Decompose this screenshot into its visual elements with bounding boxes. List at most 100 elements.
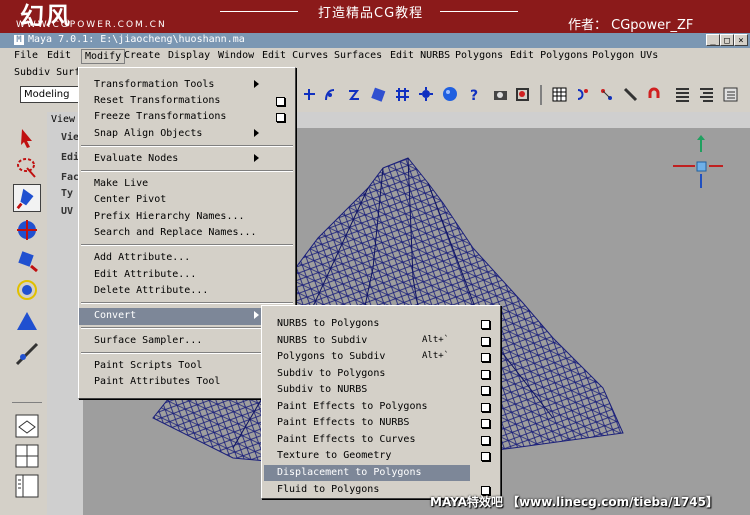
option-box-icon[interactable] (481, 353, 490, 362)
menu-item-add-attribute[interactable]: Add Attribute... (79, 250, 295, 266)
menu-display[interactable]: Display (168, 50, 210, 61)
attribute-editor-icon[interactable] (674, 86, 691, 103)
single-view-layout-icon[interactable] (13, 412, 41, 440)
menu-item-nurbs-to-subdiv[interactable]: NURBS to Subdiv Alt+` (262, 333, 500, 349)
view-axis-icon[interactable] (667, 134, 727, 199)
side-label-uv[interactable]: UV (61, 206, 73, 217)
submenu-arrow-icon (254, 80, 259, 88)
render-sphere-icon[interactable] (442, 86, 459, 103)
menu-item-edit-attribute[interactable]: Edit Attribute... (79, 267, 295, 283)
menu-create[interactable]: Create (124, 50, 160, 61)
menu-polygons[interactable]: Polygons (455, 50, 503, 61)
select-tool-icon[interactable] (13, 124, 41, 152)
option-box-icon[interactable] (481, 370, 490, 379)
connection-icon[interactable] (598, 86, 615, 103)
menu-item-prefix-hierarchy-names[interactable]: Prefix Hierarchy Names... (79, 209, 295, 225)
paint-brush-icon[interactable] (622, 86, 639, 103)
option-box-icon[interactable] (481, 386, 490, 395)
submenu-arrow-icon (254, 154, 259, 162)
option-box-icon[interactable] (481, 403, 490, 412)
menu-separator (81, 170, 293, 172)
menu-item-paint-effects-to-polygons[interactable]: Paint Effects to Polygons (262, 399, 500, 415)
hypergraph-icon[interactable] (574, 86, 591, 103)
menu-edit-nurbs[interactable]: Edit NURBS (390, 50, 450, 61)
banner-divider-left (220, 11, 298, 12)
manipulator-tool-icon[interactable] (13, 308, 41, 336)
snap-grid-icon[interactable] (394, 86, 411, 103)
window-title: Maya 7.0.1: E:\jiaocheng\huoshann.ma (28, 34, 245, 45)
menu-item-make-live[interactable]: Make Live (79, 176, 295, 192)
option-box-icon[interactable] (481, 419, 490, 428)
snap-point-icon[interactable] (346, 86, 363, 103)
shortcut-label: Alt+` (422, 335, 450, 345)
menu-surfaces[interactable]: Surfaces (334, 50, 382, 61)
menu-separator (81, 244, 293, 246)
menu-edit-polygons[interactable]: Edit Polygons (510, 50, 588, 61)
banner-author: 作者： CGpower_ZF (568, 18, 694, 33)
menu-item-nurbs-to-polygons[interactable]: NURBS to Polygons (262, 316, 500, 332)
side-label-face[interactable]: Fac (61, 172, 79, 183)
option-box-icon[interactable] (276, 113, 285, 122)
magnet-icon[interactable] (646, 86, 663, 103)
side-label-view[interactable]: Vie (61, 132, 79, 143)
minimize-button[interactable]: _ (706, 34, 720, 46)
menu-item-snap-align-objects[interactable]: Snap Align Objects (79, 126, 295, 142)
outliner-layout-icon[interactable] (13, 472, 41, 500)
menu-item-polygons-to-subdiv[interactable]: Polygons to Subdiv Alt+` (262, 349, 500, 365)
viewport-view-menu[interactable]: View (51, 114, 75, 125)
close-button[interactable]: × (734, 34, 748, 46)
menu-item-reset-transformations[interactable]: Reset Transformations (79, 93, 295, 109)
menu-edit-curves[interactable]: Edit Curves (262, 50, 328, 61)
move-tool-icon[interactable] (13, 216, 41, 244)
menu-item-center-pivot[interactable]: Center Pivot (79, 192, 295, 208)
plus-icon[interactable] (301, 86, 318, 103)
menu-item-delete-attribute[interactable]: Delete Attribute... (79, 283, 295, 299)
menu-item-transformation-tools[interactable]: Transformation Tools (79, 77, 295, 93)
option-box-icon[interactable] (276, 97, 285, 106)
last-tool-icon[interactable] (13, 340, 41, 368)
menu-item-texture-to-geometry[interactable]: Texture to Geometry (262, 448, 500, 464)
help-question-icon[interactable]: ? (466, 86, 483, 103)
tool-settings-icon[interactable] (698, 86, 715, 103)
menu-modify[interactable]: Modify (81, 49, 126, 64)
menu-item-paint-effects-to-curves[interactable]: Paint Effects to Curves (262, 432, 500, 448)
menu-item-freeze-transformations[interactable]: Freeze Transformations (79, 109, 295, 125)
menu-edit[interactable]: Edit (47, 50, 71, 61)
lasso-tool-icon[interactable] (13, 154, 41, 182)
menu-subdiv-surfaces[interactable]: Subdiv Surf (14, 67, 78, 78)
banner-title: 打造精品CG教程 (318, 6, 424, 21)
side-label-edit[interactable]: Edi (61, 152, 79, 163)
shortcut-label: Alt+` (422, 351, 450, 361)
rotate-tool-icon[interactable] (13, 246, 41, 274)
menu-item-subdiv-to-nurbs[interactable]: Subdiv to NURBS (262, 382, 500, 398)
menu-item-evaluate-nodes[interactable]: Evaluate Nodes (79, 151, 295, 167)
snap-view-icon[interactable] (370, 86, 387, 103)
option-box-icon[interactable] (481, 452, 490, 461)
maximize-button[interactable]: □ (720, 34, 734, 46)
forum-watermark: MAYA特效吧 【www.linecg.com/tieba/1745】 (430, 495, 719, 509)
four-view-layout-icon[interactable] (13, 442, 41, 470)
paint-select-tool-icon[interactable] (13, 184, 41, 212)
option-box-icon[interactable] (481, 337, 490, 346)
menu-item-paint-effects-to-nurbs[interactable]: Paint Effects to NURBS (262, 415, 500, 431)
option-box-icon[interactable] (481, 436, 490, 445)
menu-separator (81, 145, 293, 147)
render-region-icon[interactable] (514, 86, 531, 103)
side-label-type[interactable]: Ty (61, 188, 73, 199)
grid-table-icon[interactable] (551, 86, 568, 103)
banner-divider-right (440, 11, 518, 12)
menu-item-subdiv-to-polygons[interactable]: Subdiv to Polygons (262, 366, 500, 382)
menu-file[interactable]: File (14, 50, 38, 61)
camera-icon[interactable] (492, 86, 509, 103)
menu-item-displacement-to-polygons[interactable]: Displacement to Polygons (264, 465, 470, 481)
snap-curve-icon[interactable] (322, 86, 339, 103)
option-box-icon[interactable] (481, 320, 490, 329)
main-menubar: File Edit Modify Create Display Window E… (14, 49, 750, 65)
menu-polygon-uvs[interactable]: Polygon UVs (592, 50, 658, 61)
channel-box-icon[interactable] (722, 86, 739, 103)
scale-tool-icon[interactable] (13, 276, 41, 304)
history-icon[interactable] (418, 86, 435, 103)
menu-item-search-replace-names[interactable]: Search and Replace Names... (79, 225, 295, 241)
shelf-separator (540, 85, 542, 105)
menu-window[interactable]: Window (218, 50, 254, 61)
